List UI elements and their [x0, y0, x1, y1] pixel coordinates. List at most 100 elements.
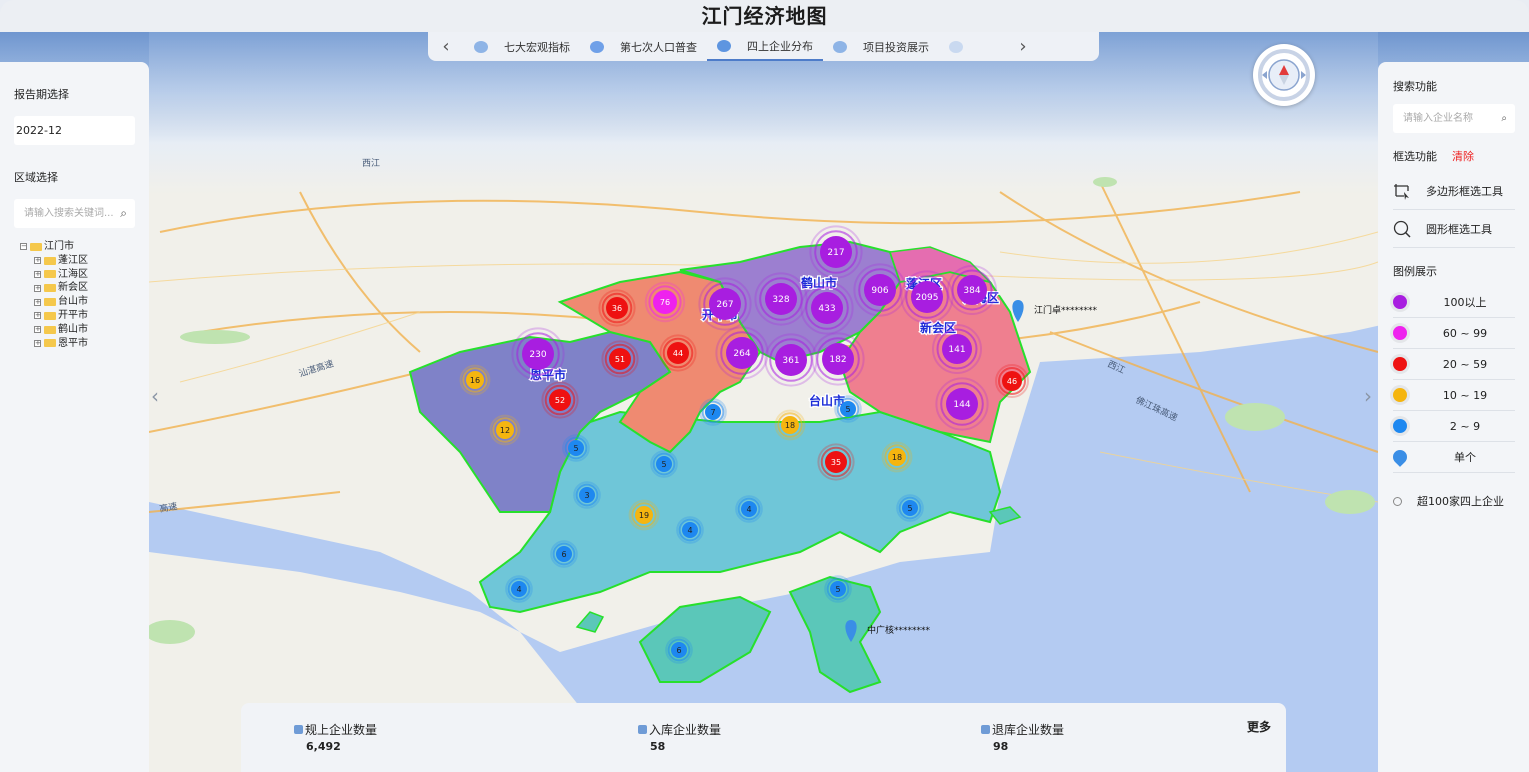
- enterprise-cluster[interactable]: 18: [772, 407, 808, 443]
- cluster-count: 144: [953, 400, 970, 410]
- enterprise-cluster[interactable]: 19: [626, 497, 662, 533]
- enterprise-cluster[interactable]: 7: [697, 396, 729, 428]
- enterprise-cluster[interactable]: 6: [548, 538, 580, 570]
- polygon-select-tool[interactable]: 多边形框选工具: [1393, 172, 1515, 210]
- compass-control[interactable]: [1253, 44, 1315, 106]
- legend-label: 60 ~ 99: [1442, 326, 1488, 340]
- map-pin-marker[interactable]: 江门卓********: [1012, 300, 1098, 322]
- legend-label: 100以上: [1443, 296, 1487, 309]
- cluster-count: 6: [561, 550, 566, 559]
- cluster-count: 182: [829, 355, 846, 365]
- enterprise-cluster[interactable]: 4: [733, 493, 765, 525]
- tree-item[interactable]: + 蓬江区: [14, 254, 135, 268]
- more-tab-icon: [949, 40, 963, 53]
- option-radio[interactable]: [1393, 496, 1402, 506]
- tab-investment[interactable]: 项目投资展示: [823, 32, 939, 61]
- clear-button[interactable]: 清除: [1452, 148, 1474, 164]
- person-icon: [590, 40, 604, 53]
- cluster-count: 5: [907, 504, 912, 513]
- cluster-count: 217: [827, 248, 844, 258]
- tab-next-arrow[interactable]: ›: [1005, 36, 1041, 57]
- circle-select-tool[interactable]: 圆形框选工具: [1393, 210, 1515, 248]
- enterprise-cluster[interactable]: 12: [487, 412, 523, 448]
- polygon-select-icon: [1394, 183, 1409, 200]
- legend-item: 10 ~ 19: [1393, 380, 1515, 411]
- map-pin-icon[interactable]: [1012, 300, 1024, 322]
- expand-icon[interactable]: +: [34, 257, 41, 265]
- tree-item-label: 恩平市: [58, 337, 88, 349]
- tree-item-label: 江海区: [58, 268, 88, 280]
- tree-item[interactable]: + 新会区: [14, 281, 135, 295]
- map-right-arrow[interactable]: ›: [1364, 384, 1372, 408]
- enterprise-cluster[interactable]: 46: [992, 361, 1032, 401]
- map-left-arrow[interactable]: ‹: [151, 384, 159, 408]
- tab-census[interactable]: 第七次人口普查: [580, 32, 707, 61]
- region-tree: − 江门市 + 蓬江区 + 江海区 + 新会区 + 台山市 + 开平市 + 鹤山市 + 恩平市: [14, 240, 135, 350]
- enterprise-cluster[interactable]: 5: [832, 393, 864, 425]
- tree-item[interactable]: + 恩平市: [14, 337, 135, 351]
- cluster-count: 16: [470, 376, 480, 385]
- search-icon[interactable]: ⌕: [1501, 104, 1507, 133]
- expand-icon[interactable]: +: [34, 339, 41, 347]
- stat-entered: 入库企业数量 58: [638, 721, 721, 753]
- cluster-count: 267: [716, 300, 733, 310]
- cluster-count: 36: [612, 304, 622, 313]
- stat-regulated: 规上企业数量 6,492: [294, 721, 377, 753]
- region-search-placeholder: 请输入搜索关键词...: [24, 208, 114, 219]
- polygon-select-label: 多边形框选工具: [1426, 184, 1503, 198]
- tree-item[interactable]: + 鹤山市: [14, 323, 135, 337]
- enterprise-cluster[interactable]: 5: [894, 492, 926, 524]
- tree-item[interactable]: + 台山市: [14, 295, 135, 309]
- tab-label: 项目投资展示: [863, 40, 929, 54]
- enterprise-search-input[interactable]: 请输入企业名称 ⌕: [1393, 104, 1515, 133]
- enterprise-cluster[interactable]: 4: [503, 573, 535, 605]
- cluster-count: 5: [835, 585, 840, 594]
- folder-icon: [44, 256, 56, 265]
- tab-label: 七大宏观指标: [504, 40, 570, 54]
- search-icon[interactable]: ⌕: [120, 199, 127, 228]
- enterprise-cluster[interactable]: 6: [663, 634, 695, 666]
- enterprise-cluster[interactable]: 5: [560, 432, 592, 464]
- cluster-count: 2095: [916, 293, 939, 303]
- legend-dot-icon: [1393, 419, 1407, 433]
- tab-enterprise[interactable]: 四上企业分布: [707, 32, 823, 61]
- circle-select-label: 圆形框选工具: [1426, 222, 1492, 236]
- cluster-count: 5: [845, 405, 850, 414]
- legend-dot-icon: [1393, 295, 1407, 309]
- period-label: 报告期选择: [14, 88, 69, 101]
- option-label: 超100家四上企业: [1417, 495, 1504, 508]
- region-search-input[interactable]: 请输入搜索关键词... ⌕: [14, 199, 135, 228]
- tab-more[interactable]: [939, 32, 989, 61]
- cluster-count: 76: [660, 298, 670, 307]
- cluster-count: 35: [831, 458, 841, 467]
- enterprise-cluster[interactable]: 3: [571, 479, 603, 511]
- more-button[interactable]: 更多: [1247, 718, 1271, 735]
- tab-macro[interactable]: 七大宏观指标: [464, 32, 580, 61]
- option-row[interactable]: 超100家四上企业: [1393, 493, 1515, 509]
- map-canvas[interactable]: 蓬江区江海区新会区鹤山市开平市恩平市台山市西江西江汕湛高速佛江珠高速高速 江门卓…: [0, 32, 1529, 772]
- expand-icon[interactable]: +: [34, 312, 41, 320]
- legend-label: 20 ~ 59: [1442, 357, 1488, 371]
- enterprise-cluster[interactable]: 5: [648, 448, 680, 480]
- legend-label: 单个: [1454, 451, 1476, 464]
- tree-item[interactable]: + 江海区: [14, 268, 135, 282]
- tab-prev-arrow[interactable]: ‹: [428, 36, 464, 57]
- expand-icon[interactable]: +: [34, 298, 41, 306]
- enterprise-cluster[interactable]: 5: [822, 573, 854, 605]
- expand-icon[interactable]: +: [34, 284, 41, 292]
- expand-icon[interactable]: +: [34, 270, 41, 278]
- cluster-count: 906: [871, 286, 888, 296]
- period-select[interactable]: 2022-12: [14, 116, 135, 145]
- cloud-icon: [474, 40, 488, 53]
- expand-icon[interactable]: +: [34, 326, 41, 334]
- title-bar: 江门经济地图: [0, 0, 1529, 32]
- bottom-stats-panel: 规上企业数量 6,492 入库企业数量 58 退库企业数量 98 更多: [241, 703, 1286, 772]
- enterprise-cluster[interactable]: 4: [674, 514, 706, 546]
- enterprise-cluster[interactable]: 16: [457, 362, 493, 398]
- tree-item-label: 蓬江区: [58, 254, 88, 266]
- tree-item[interactable]: + 开平市: [14, 309, 135, 323]
- tree-root[interactable]: − 江门市: [14, 240, 135, 254]
- stat-value: 6,492: [306, 740, 341, 753]
- collapse-icon[interactable]: −: [20, 243, 27, 251]
- enterprise-cluster[interactable]: 18: [879, 439, 915, 475]
